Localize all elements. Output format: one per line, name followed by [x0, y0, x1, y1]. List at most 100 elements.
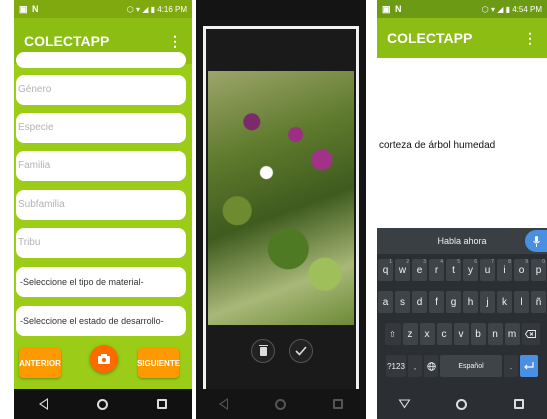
system-nav-bar: [377, 389, 547, 419]
key-l[interactable]: l: [514, 291, 529, 313]
overflow-menu-icon[interactable]: ⋮: [523, 30, 537, 47]
key-t[interactable]: t5: [446, 259, 461, 281]
home-icon[interactable]: [274, 398, 286, 410]
home-icon[interactable]: [455, 398, 467, 410]
key-d[interactable]: d: [412, 291, 427, 313]
key-a[interactable]: a: [378, 291, 393, 313]
microphone-icon[interactable]: [525, 230, 547, 252]
status-bar: ▣ N ⬡ ▾ ◢ ▮ 4:54 PM: [377, 0, 547, 18]
key-s[interactable]: s: [395, 291, 410, 313]
key-w[interactable]: w2: [395, 259, 410, 281]
description-input[interactable]: corteza de árbol humedad: [379, 140, 495, 151]
home-icon[interactable]: [96, 398, 108, 410]
key-hint: 9: [525, 259, 528, 265]
system-nav-bar: [196, 389, 366, 419]
key-i[interactable]: i8: [497, 259, 512, 281]
subfamilia-field[interactable]: Subfamilia: [16, 190, 186, 220]
genero-field[interactable]: Género: [16, 75, 186, 105]
key-hint: 2: [406, 259, 409, 265]
key-y[interactable]: y6: [463, 259, 478, 281]
recents-icon[interactable]: [332, 399, 343, 409]
key-p[interactable]: p0: [531, 259, 546, 281]
key-g[interactable]: g: [446, 291, 461, 313]
key-x[interactable]: x: [419, 323, 435, 345]
especie-field[interactable]: Especie: [16, 113, 186, 143]
keyboard-row-1: q1w2e3r4t5y6u7i8o9p0: [377, 259, 547, 283]
key-m[interactable]: m: [504, 323, 520, 345]
key-b[interactable]: b: [470, 323, 486, 345]
key-q[interactable]: q1: [378, 259, 393, 281]
key-hint: 7: [491, 259, 494, 265]
tribu-field[interactable]: Tribu: [16, 228, 186, 258]
status-left: ▣ N: [19, 3, 40, 14]
key-hint: 4: [440, 259, 443, 265]
material-type-select[interactable]: -Seleccione el tipo de material-: [16, 267, 186, 297]
trash-icon: [258, 344, 268, 356]
check-icon: [295, 346, 307, 356]
key-o[interactable]: o9: [514, 259, 529, 281]
voice-input-bar: Habla ahora: [377, 228, 547, 254]
captured-photo: [208, 71, 354, 325]
back-icon[interactable]: [38, 398, 48, 410]
system-nav-bar: [14, 389, 192, 419]
form-screen: ▣ N ⬡ ▾ ◢ ▮ 4:16 PM COLECTAPP ⋮ Género E…: [14, 0, 192, 419]
backspace-icon: [525, 330, 536, 338]
voice-prompt: Habla ahora: [437, 236, 487, 246]
space-key[interactable]: Español: [440, 355, 502, 377]
key-v[interactable]: v: [453, 323, 469, 345]
photo-preview-screen: [196, 0, 366, 419]
next-button[interactable]: SIGUIENTE: [137, 348, 180, 378]
key-hint: 0: [542, 259, 545, 265]
previous-field[interactable]: [16, 52, 186, 68]
key-j[interactable]: j: [480, 291, 495, 313]
hide-keyboard-icon[interactable]: [398, 399, 411, 409]
symbols-key[interactable]: ?123: [386, 355, 406, 377]
status-bar: ▣ N ⬡ ▾ ◢ ▮ 4:16 PM: [14, 0, 192, 18]
app-bar: COLECTAPP ⋮: [377, 18, 547, 58]
keyboard-row-2: asdfghjklñ: [377, 291, 547, 315]
key-hint: 1: [389, 259, 392, 265]
key-h[interactable]: h: [463, 291, 478, 313]
globe-key[interactable]: [424, 355, 438, 377]
back-icon[interactable]: [219, 398, 229, 410]
key-r[interactable]: r4: [429, 259, 444, 281]
previous-button[interactable]: ANTERIOR: [19, 348, 61, 378]
delete-photo-button[interactable]: [251, 339, 275, 363]
photo-frame: [203, 26, 359, 398]
status-right: ⬡ ▾ ◢ ▮ 4:54 PM: [481, 4, 542, 14]
comma-key[interactable]: ,: [408, 355, 422, 377]
app-title: COLECTAPP: [24, 33, 110, 49]
key-hint: 5: [457, 259, 460, 265]
camera-button[interactable]: [90, 345, 118, 373]
key-hint: 6: [474, 259, 477, 265]
key-z[interactable]: z: [402, 323, 418, 345]
globe-icon: [426, 361, 436, 371]
key-e[interactable]: e3: [412, 259, 427, 281]
key-hint: 3: [423, 259, 426, 265]
overflow-menu-icon[interactable]: ⋮: [168, 33, 182, 50]
keyboard-row-3: ⇧ zxcvbnm: [377, 323, 547, 347]
key-ñ[interactable]: ñ: [531, 291, 546, 313]
familia-field[interactable]: Familia: [16, 151, 186, 181]
soft-keyboard: Habla ahora q1w2e3r4t5y6u7i8o9p0 asdfghj…: [377, 228, 547, 389]
camera-icon: [98, 354, 110, 364]
recents-icon[interactable]: [157, 399, 168, 409]
key-hint: 8: [508, 259, 511, 265]
key-n[interactable]: n: [487, 323, 503, 345]
key-u[interactable]: u7: [480, 259, 495, 281]
status-right: ⬡ ▾ ◢ ▮ 4:16 PM: [126, 4, 187, 14]
confirm-photo-button[interactable]: [289, 339, 313, 363]
recents-icon[interactable]: [513, 399, 524, 409]
shift-key[interactable]: ⇧: [384, 323, 401, 345]
backspace-key[interactable]: [521, 323, 540, 345]
key-c[interactable]: c: [436, 323, 452, 345]
development-stage-select[interactable]: -Seleccione el estado de desarrollo-: [16, 306, 186, 336]
status-left: ▣ N: [382, 3, 403, 14]
key-f[interactable]: f: [429, 291, 444, 313]
app-title: COLECTAPP: [387, 30, 473, 46]
enter-icon: [524, 362, 534, 370]
keyboard-row-4: ?123 , Español .: [377, 355, 547, 379]
key-k[interactable]: k: [497, 291, 512, 313]
enter-key[interactable]: [520, 355, 538, 377]
period-key[interactable]: .: [504, 355, 518, 377]
